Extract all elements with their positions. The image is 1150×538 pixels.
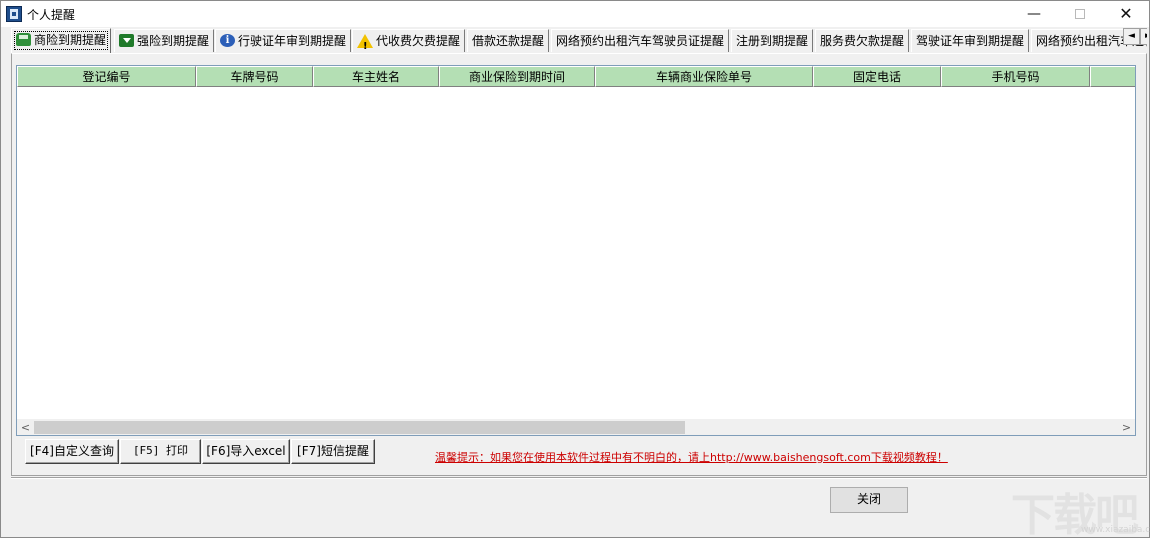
tab-label: 强险到期提醒 — [137, 34, 210, 48]
title-bar: 个人提醒 — ✕ — [1, 1, 1149, 27]
column-header-policy-no[interactable]: 车辆商业保险单号 — [595, 66, 813, 87]
tab-driver-license-inspection[interactable]: 驾驶证年审到期提醒 — [911, 29, 1030, 52]
scroll-left-arrow-icon[interactable]: < — [17, 419, 34, 435]
watermark-url: www.xiazaiba.com — [1081, 525, 1150, 535]
help-hint-link[interactable]: 温馨提示：如果您在使用本软件过程中有不明白的，请上http://www.bais… — [435, 449, 948, 465]
tab-label: 代收费欠费提醒 — [376, 34, 461, 48]
tab-label: 注册到期提醒 — [736, 34, 809, 48]
tab-scroll-right-button[interactable]: ► — [1140, 28, 1147, 45]
tab-label: 行驶证年审到期提醒 — [238, 34, 347, 48]
column-header-registration-no[interactable]: 登记编号 — [17, 66, 196, 87]
app-window: 个人提醒 — ✕ 商险到期提醒 强险到期提醒 i行驶证年审到期提醒 代收费欠费提… — [0, 0, 1150, 538]
tab-commercial-insurance-expiry[interactable]: 商险到期提醒 — [11, 28, 112, 53]
column-header-mobile[interactable]: 手机号码 — [941, 66, 1090, 87]
tab-label: 驾驶证年审到期提醒 — [916, 34, 1025, 48]
maximize-button[interactable] — [1057, 1, 1103, 27]
tab-label: 商险到期提醒 — [34, 33, 107, 47]
tab-label: 借款还款提醒 — [472, 34, 545, 48]
tab-fee-arrears[interactable]: 代收费欠费提醒 — [352, 29, 466, 53]
close-window-button[interactable]: ✕ — [1103, 1, 1149, 27]
column-header-landline[interactable]: 固定电话 — [813, 66, 941, 87]
column-header-extra[interactable] — [1090, 66, 1135, 87]
sms-reminder-button[interactable]: [F7]短信提醒 — [291, 439, 375, 464]
reminder-tab-strip: 商险到期提醒 强险到期提醒 i行驶证年审到期提醒 代收费欠费提醒 借款还款提醒 … — [11, 28, 1147, 53]
column-header-plate-no[interactable]: 车牌号码 — [196, 66, 313, 87]
car-down-icon — [119, 34, 134, 47]
horizontal-scrollbar[interactable]: < > — [17, 419, 1135, 435]
scrollbar-thumb[interactable] — [34, 421, 685, 434]
tab-registration-expiry[interactable]: 注册到期提醒 — [731, 29, 814, 52]
minimize-button[interactable]: — — [1011, 1, 1057, 27]
tab-label: 网络预约出租汽车驾驶员证提醒 — [556, 34, 725, 48]
tab-service-fee-arrears[interactable]: 服务费欠款提醒 — [815, 29, 910, 52]
custom-query-button[interactable]: [F4]自定义查询 — [25, 439, 119, 464]
tab-ride-hailing-driver-cert[interactable]: 网络预约出租汽车驾驶员证提醒 — [551, 29, 730, 52]
car-green-icon — [16, 33, 31, 46]
maximize-icon — [1075, 9, 1085, 19]
tab-vehicle-license-inspection[interactable]: i 行驶证年审到期提醒 — [215, 29, 352, 52]
window-title: 个人提醒 — [27, 8, 76, 22]
column-header-owner-name[interactable]: 车主姓名 — [313, 66, 439, 87]
grid-header: 登记编号 车牌号码 车主姓名 商业保险到期时间 车辆商业保险单号 固定电话 手机… — [17, 66, 1135, 87]
close-button[interactable]: 关闭 — [830, 487, 908, 513]
warning-icon — [357, 33, 373, 53]
info-icon: i — [220, 34, 235, 47]
tab-loan-repayment[interactable]: 借款还款提醒 — [467, 29, 550, 52]
divider — [11, 477, 1147, 479]
print-button[interactable]: [F5] 打印 — [120, 439, 201, 464]
tab-compulsory-insurance-expiry[interactable]: 强险到期提醒 — [114, 29, 215, 52]
column-header-insurance-expiry[interactable]: 商业保险到期时间 — [439, 66, 595, 87]
app-icon — [6, 6, 22, 22]
reminder-data-grid[interactable]: 登记编号 车牌号码 车主姓名 商业保险到期时间 车辆商业保险单号 固定电话 手机… — [16, 65, 1136, 436]
import-excel-button[interactable]: [F6]导入excel — [202, 439, 290, 464]
watermark-logo: 下载吧 www.xiazaiba.com — [1011, 479, 1150, 538]
tab-label: 服务费欠款提醒 — [820, 34, 905, 48]
tab-scroll-left-button[interactable]: ◄ — [1123, 28, 1140, 45]
scroll-right-arrow-icon[interactable]: > — [1118, 419, 1135, 435]
